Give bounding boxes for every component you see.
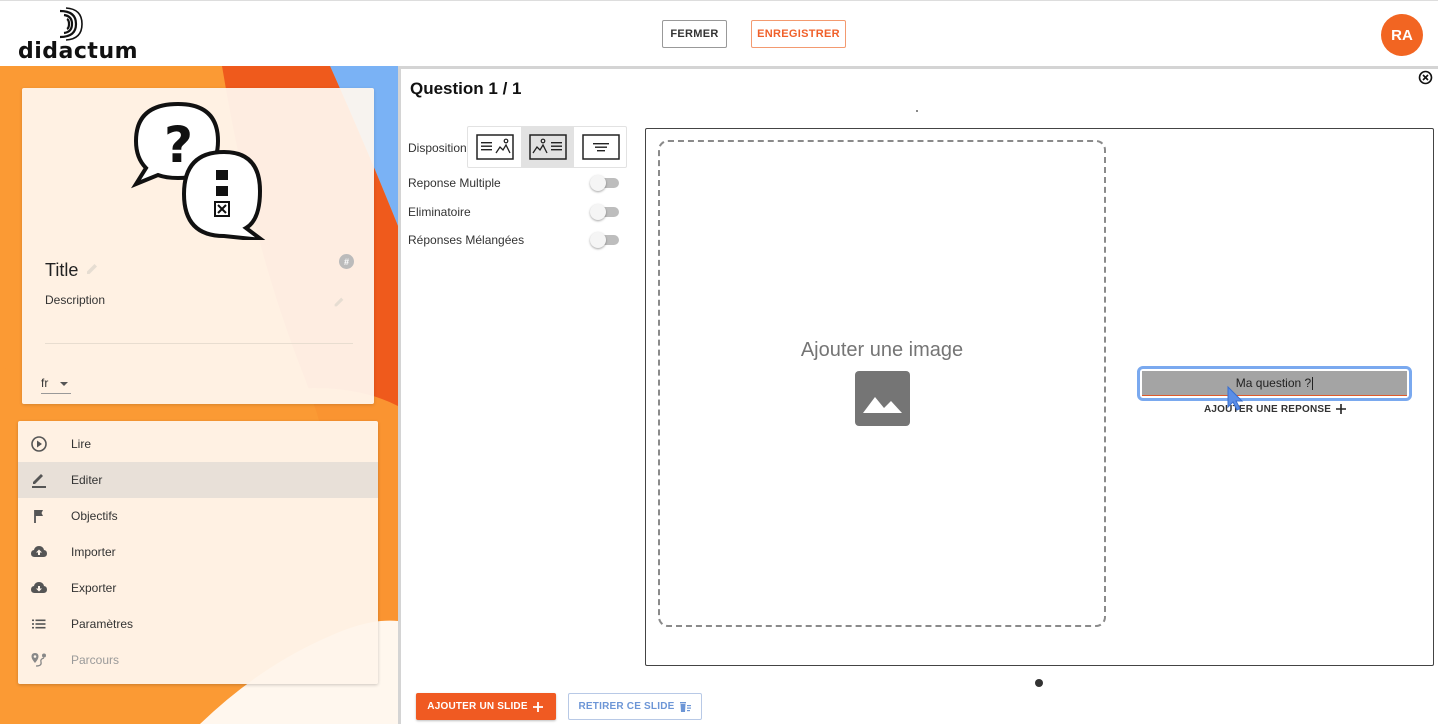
cloud-upload-icon xyxy=(31,546,47,557)
menu-item-lire[interactable]: Lire xyxy=(18,426,378,462)
menu-label: Parcours xyxy=(71,653,120,667)
course-title[interactable]: Title xyxy=(45,260,78,281)
app-header: didactum FERMER ENREGISTRER RA xyxy=(0,0,1438,66)
add-slide-button[interactable]: AJOUTER UN SLIDE xyxy=(416,693,556,720)
text-only-layout-icon xyxy=(581,134,620,160)
image-dropzone[interactable]: Ajouter une image xyxy=(658,140,1106,627)
slide-pager-dot[interactable] xyxy=(1035,679,1043,687)
disposition-label: Disposition xyxy=(408,141,467,155)
question-title: Question 1 / 1 xyxy=(410,79,522,98)
image-placeholder-icon xyxy=(855,371,910,426)
layout-toggle-group xyxy=(467,126,627,168)
reponse-multiple-toggle[interactable] xyxy=(590,175,619,191)
layout-text-image-button[interactable] xyxy=(468,127,521,167)
menu-item-exporter[interactable]: Exporter xyxy=(18,570,378,606)
add-answer-label: AJOUTER UNE REPONSE xyxy=(1204,403,1332,415)
delete-list-icon xyxy=(679,701,691,712)
language-select[interactable]: fr xyxy=(41,372,71,394)
layout-text-only-button[interactable] xyxy=(574,127,627,167)
option-eliminatoire-label: Eliminatoire xyxy=(408,205,471,219)
close-button[interactable]: FERMER xyxy=(662,20,727,48)
add-slide-label: AJOUTER UN SLIDE xyxy=(427,701,528,712)
add-image-label: Ajouter une image xyxy=(800,339,964,361)
question-input[interactable]: Ma question ? xyxy=(1137,366,1412,401)
logo-text: didactum xyxy=(18,39,139,64)
flag-icon xyxy=(34,510,43,523)
option-reponses-melangees-label: Réponses Mélangées xyxy=(408,233,525,247)
plus-icon xyxy=(1336,404,1347,414)
pencil-icon xyxy=(32,474,46,488)
chevron-down-icon xyxy=(60,382,68,386)
toggle-knob xyxy=(590,232,606,248)
menu-label: Editer xyxy=(71,473,103,487)
course-card: ? Title # Description fr xyxy=(22,88,374,404)
question-text: Ma question ? xyxy=(1235,376,1312,390)
language-value: fr xyxy=(41,376,49,390)
route-pin-icon xyxy=(31,653,46,667)
remove-slide-label: RETIRER CE SLIDE xyxy=(578,701,675,712)
text-caret xyxy=(1312,376,1314,390)
edit-title-icon[interactable] xyxy=(84,261,100,277)
menu-item-parcours[interactable]: Parcours xyxy=(18,642,378,678)
logo-mark-icon xyxy=(59,7,83,41)
menu-item-editer[interactable]: Editer xyxy=(18,462,378,498)
list-icon xyxy=(32,619,46,629)
menu-label: Paramètres xyxy=(71,617,134,631)
hash-badge[interactable]: # xyxy=(339,254,354,269)
edit-description-icon[interactable] xyxy=(332,295,346,309)
play-circle-icon xyxy=(31,436,47,452)
reponses-melangees-toggle[interactable] xyxy=(590,232,619,248)
user-avatar[interactable]: RA xyxy=(1381,14,1423,56)
eliminatoire-toggle[interactable] xyxy=(590,204,619,220)
menu-label: Objectifs xyxy=(71,509,118,523)
remove-slide-button[interactable]: RETIRER CE SLIDE xyxy=(568,693,702,720)
didactum-logo[interactable]: didactum xyxy=(18,7,138,64)
toggle-knob xyxy=(590,175,606,191)
option-reponse-multiple-label: Reponse Multiple xyxy=(408,176,501,190)
menu-item-parametres[interactable]: Paramètres xyxy=(18,606,378,642)
plus-icon xyxy=(532,701,543,712)
menu-item-importer[interactable]: Importer xyxy=(18,534,378,570)
toggle-knob xyxy=(590,204,606,220)
close-circle-icon[interactable] xyxy=(1418,70,1433,85)
menu-item-objectifs[interactable]: Objectifs xyxy=(18,498,378,534)
image-text-layout-icon xyxy=(528,134,567,160)
mouse-cursor-icon xyxy=(1227,385,1244,411)
quiz-bubbles-icon: ? xyxy=(131,101,266,240)
save-button[interactable]: ENREGISTRER xyxy=(751,20,846,48)
menu-label: Importer xyxy=(71,545,116,559)
cloud-download-icon xyxy=(31,582,47,593)
separator-dot xyxy=(916,110,918,112)
menu-label: Lire xyxy=(71,437,92,451)
layout-image-text-button[interactable] xyxy=(521,127,574,167)
question-input-field[interactable]: Ma question ? xyxy=(1142,371,1407,396)
menu-label: Exporter xyxy=(71,581,117,595)
svg-text:?: ? xyxy=(164,116,193,174)
text-image-layout-icon xyxy=(475,134,514,160)
side-menu: Lire Editer Objectifs Importer Exporter xyxy=(18,421,378,684)
description-label: Description xyxy=(45,293,106,307)
